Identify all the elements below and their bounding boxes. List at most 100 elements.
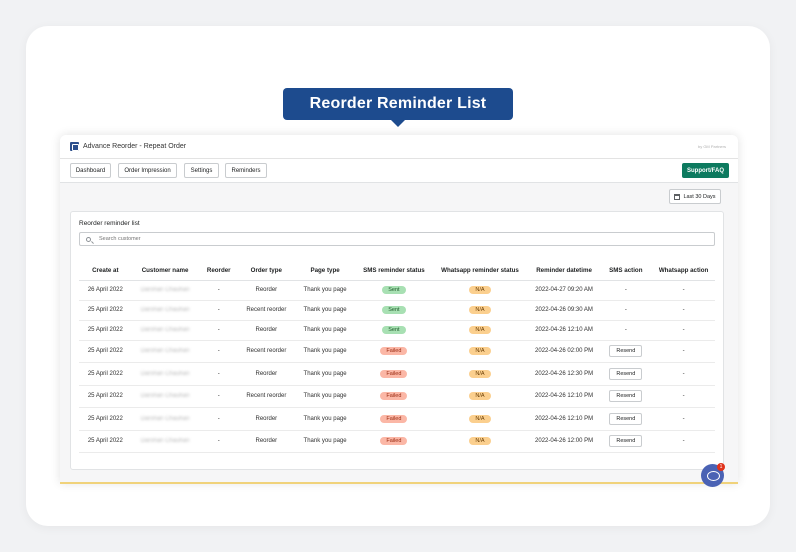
col-whatsapp-status: Whatsapp reminder status (431, 261, 529, 281)
cell-datetime: 2022-04-26 02:00 PM (528, 340, 600, 363)
table-row: 25 April 2022 Darshan Chauhan - Reorder Than… (79, 430, 715, 453)
whatsapp-status-badge: N/A (469, 437, 491, 446)
cell-sms-status: Sent (356, 300, 432, 321)
support-faq-button[interactable]: Support/FAQ (682, 163, 729, 178)
cell-whatsapp-action: - (652, 385, 715, 408)
cell-customer: Darshan Chauhan (131, 362, 199, 386)
cell-customer: Darshan Chauhan (131, 340, 199, 363)
cell-whatsapp-action: - (652, 362, 715, 386)
cell-customer: Darshan Chauhan (131, 385, 199, 408)
cell-whatsapp-action: - (652, 280, 715, 301)
banner-arrow (390, 119, 406, 127)
cell-whatsapp-action: - (652, 430, 715, 453)
cell-datetime: 2022-04-26 12:30 PM (528, 362, 600, 386)
sms-status-badge: Failed (380, 414, 408, 423)
cell-datetime: 2022-04-26 12:10 AM (528, 320, 600, 341)
resend-button[interactable]: Resend (609, 345, 643, 358)
cell-created: 25 April 2022 (79, 407, 132, 431)
date-range-button[interactable]: Last 30 Days (669, 189, 721, 204)
cell-whatsapp-status: N/A (431, 385, 529, 408)
cell-page-type: Thank you page (293, 430, 357, 453)
panel-title: Reorder reminder list (79, 220, 140, 227)
calendar-icon (674, 193, 681, 200)
cell-whatsapp-action: - (652, 320, 715, 341)
cell-whatsapp-status: N/A (431, 362, 529, 386)
search-icon (86, 236, 91, 242)
cell-sms-action: - (599, 300, 653, 321)
col-reminder-datetime: Reminder datetime (528, 261, 600, 281)
cell-whatsapp-status: N/A (431, 300, 529, 321)
cell-whatsapp-status: N/A (431, 280, 529, 301)
customer-name: Darshan Chauhan (140, 287, 190, 293)
cell-sms-status: Failed (356, 430, 432, 453)
reminder-list-panel: Reorder reminder list Create at Customer… (70, 211, 724, 470)
cell-sms-action: - (599, 320, 653, 341)
cell-datetime: 2022-04-26 09:30 AM (528, 300, 600, 321)
sms-status-badge: Sent (382, 286, 406, 294)
whatsapp-status-badge: N/A (469, 414, 491, 423)
cell-reorder: - (198, 362, 239, 386)
cell-page-type: Thank you page (293, 407, 357, 431)
nav-reminders-button[interactable]: Reminders (225, 163, 267, 178)
whatsapp-status-badge: N/A (469, 286, 491, 294)
app-window: Advance Reorder - Repeat Order by GM Par… (60, 135, 738, 483)
nav-settings-button[interactable]: Settings (184, 163, 219, 178)
app-logo-icon (70, 142, 79, 151)
table-row: 25 April 2022 Darshan Chauhan - Recent reor… (79, 300, 715, 321)
cell-customer: Darshan Chauhan (131, 300, 199, 321)
cell-customer: Darshan Chauhan (131, 430, 199, 453)
bottom-accent-line (60, 482, 738, 484)
cell-order-type: Recent reorder (238, 385, 294, 408)
col-sms-action: SMS action (599, 261, 653, 281)
cell-whatsapp-status: N/A (431, 407, 529, 431)
cell-order-type: Reorder (238, 430, 294, 453)
cell-page-type: Thank you page (293, 340, 357, 363)
date-range-label: Last 30 Days (683, 193, 716, 200)
col-customer-name: Customer name (131, 261, 199, 281)
table-row: 25 April 2022 Darshan Chauhan - Recent reor… (79, 385, 715, 408)
cell-order-type: Reorder (238, 280, 294, 301)
cell-created: 25 April 2022 (79, 430, 132, 453)
cell-created: 25 April 2022 (79, 320, 132, 341)
sms-status-badge: Failed (380, 369, 408, 378)
whatsapp-status-badge: N/A (469, 392, 491, 401)
customer-name: Darshan Chauhan (140, 438, 190, 445)
cell-whatsapp-status: N/A (431, 340, 529, 363)
cell-reorder: - (198, 280, 239, 301)
nav-bar: Dashboard Order Impression Settings Remi… (60, 159, 738, 183)
cell-datetime: 2022-04-26 12:10 PM (528, 385, 600, 408)
search-input[interactable] (99, 236, 699, 242)
cell-sms-status: Sent (356, 320, 432, 341)
customer-name: Darshan Chauhan (140, 370, 190, 377)
resend-button[interactable]: Resend (609, 390, 643, 403)
customer-name: Darshan Chauhan (140, 415, 190, 422)
cell-sms-action: Resend (599, 362, 653, 386)
app-titlebar: Advance Reorder - Repeat Order by GM Par… (60, 135, 738, 159)
col-create-at: Create at (79, 261, 132, 281)
chat-unread-badge: 1 (717, 463, 725, 471)
nav-order-impression-button[interactable]: Order Impression (118, 163, 177, 178)
cell-page-type: Thank you page (293, 385, 357, 408)
cell-whatsapp-status: N/A (431, 430, 529, 453)
table-row: 25 April 2022 Darshan Chauhan - Reorder Than… (79, 320, 715, 341)
resend-button[interactable]: Resend (609, 412, 643, 425)
cell-order-type: Recent reorder (238, 340, 294, 363)
cell-sms-action: - (599, 280, 653, 301)
col-reorder: Reorder (198, 261, 239, 281)
nav-dashboard-button[interactable]: Dashboard (70, 163, 111, 178)
resend-button[interactable]: Resend (609, 367, 643, 380)
search-box[interactable] (79, 232, 715, 246)
sms-status-badge: Failed (380, 437, 408, 446)
cell-order-type: Reorder (238, 362, 294, 386)
cell-whatsapp-action: - (652, 300, 715, 321)
cell-reorder: - (198, 385, 239, 408)
cell-page-type: Thank you page (293, 362, 357, 386)
cell-page-type: Thank you page (293, 320, 357, 341)
resend-button[interactable]: Resend (609, 435, 643, 448)
cell-order-type: Recent reorder (238, 300, 294, 321)
cell-page-type: Thank you page (293, 300, 357, 321)
cell-created: 25 April 2022 (79, 300, 132, 321)
cell-sms-action: Resend (599, 340, 653, 363)
cell-created: 25 April 2022 (79, 362, 132, 386)
cell-order-type: Reorder (238, 320, 294, 341)
